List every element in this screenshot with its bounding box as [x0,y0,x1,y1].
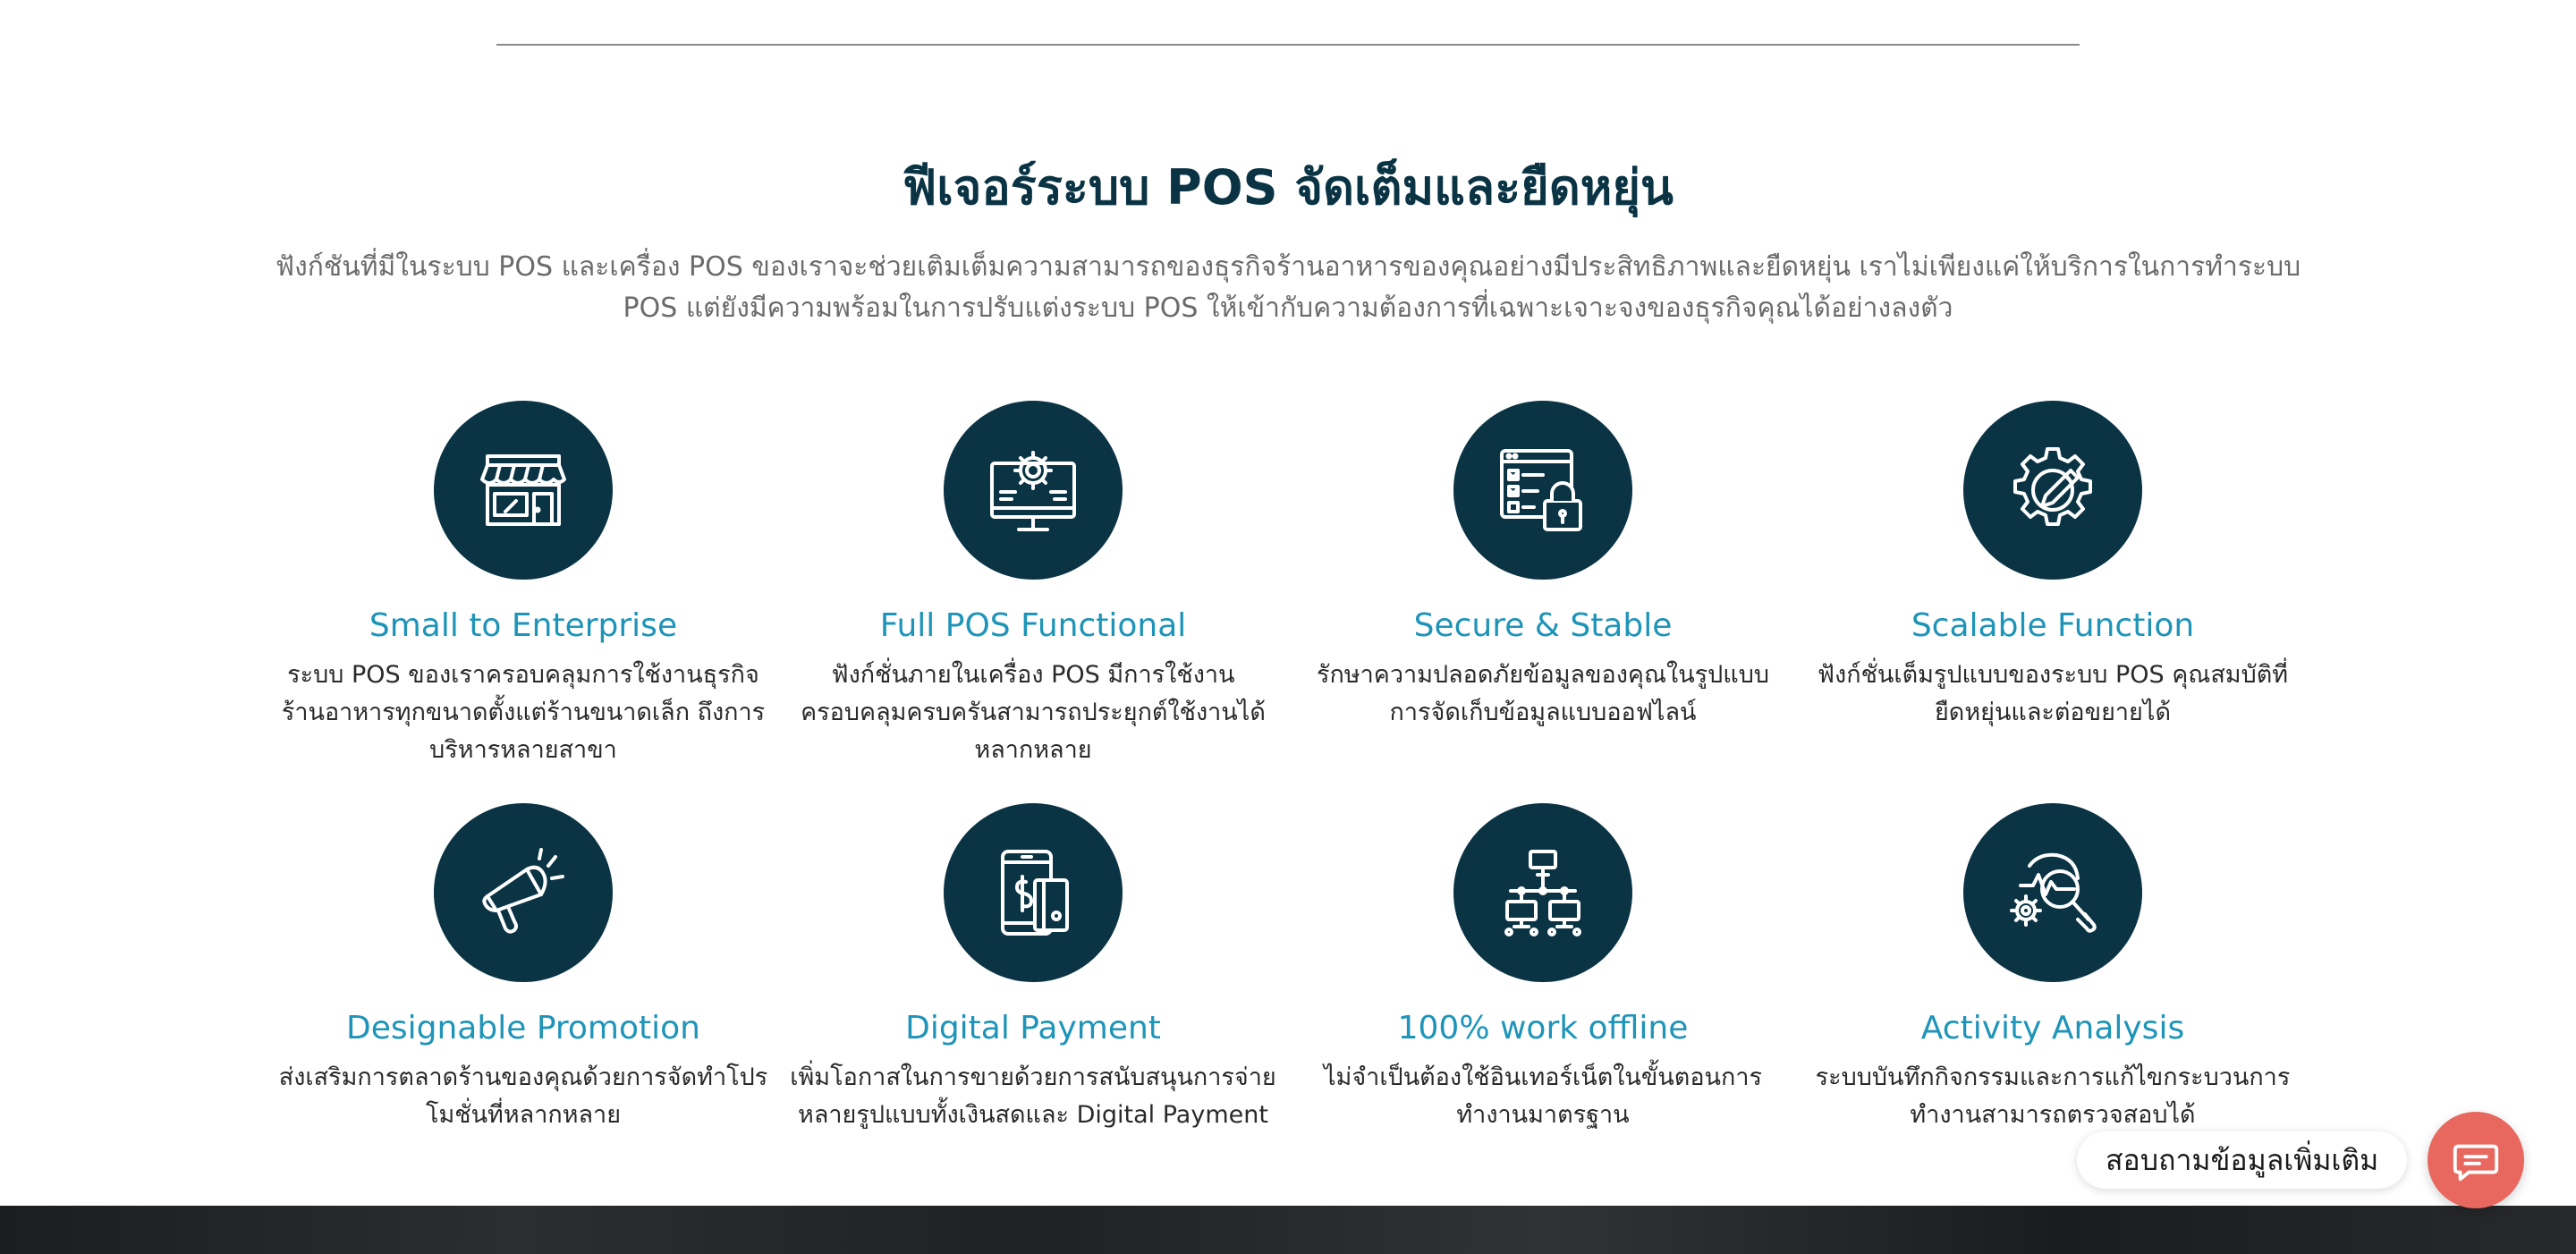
feature-title: Full POS Functional [879,607,1187,644]
footer-image-band [0,1206,2576,1254]
section-description: ฟังก์ชันที่มีในระบบ POS และเครื่อง POS ข… [275,251,2301,324]
megaphone-icon [482,848,564,934]
feature-description: ไม่จำเป็นต้องใช้อินเทอร์เน็ตในขั้นตอนการ… [1323,1063,1763,1129]
feature-description: ระบบ POS ของเราครอบคลุมการใช้งานธุรกิจร้… [281,661,766,764]
top-divider [496,44,2080,46]
feature-description: รักษาความปลอดภัยข้อมูลของคุณในรูปแบบการจ… [1317,661,1769,726]
feature-title: Secure & Stable [1413,607,1673,644]
feature-icon-circle [434,803,613,982]
feature-title: Activity Analysis [1920,1010,2185,1046]
feature-icon-circle [944,401,1123,580]
chat-widget-label[interactable]: สอบถามข้อมูลเพิ่มเติม [2077,1131,2408,1189]
monitor-gear-icon [990,451,1076,531]
network-offline-icon [1504,850,1581,936]
feature-title: Designable Promotion [346,1010,700,1046]
feature-icon-circle [944,803,1123,982]
feature-card-offline: 100% work offline ไม่จำเป็นต้องใช้อินเทอ… [1288,803,1798,1134]
feature-icon-circle [1963,803,2142,982]
feature-title: 100% work offline [1397,1010,1689,1046]
storefront-icon [480,454,566,526]
feature-description: ฟังก์ชั่นภายในเครื่อง POS มีการใช้งานครอ… [801,661,1266,764]
feature-title: Digital Payment [905,1010,1161,1046]
activity-analysis-icon [2010,852,2097,933]
chat-bubble-icon [2453,1144,2499,1182]
feature-card-activity-analysis: Activity Analysis ระบบบันทึกกิจกรรมและกา… [1798,803,2308,1134]
feature-card-small-to-enterprise: Small to Enterprise ระบบ POS ของเราครอบค… [268,401,778,769]
feature-card-digital-payment: Digital Payment เพิ่มโอกาสในการขายด้วยกา… [778,803,1288,1134]
gear-pencil-icon [2013,447,2092,526]
feature-card-scalable: Scalable Function ฟังก์ชั่นเต็มรูปแบบของ… [1798,401,2308,732]
feature-description: ฟังก์ชั่นเต็มรูปแบบของระบบ POS คุณสมบัติ… [1817,661,2289,726]
section-title: ฟีเจอร์ระบบ POS จัดเต็มและยืดหยุ่น [902,159,1674,216]
feature-icon-circle [1453,401,1632,580]
secure-lock-icon [1500,449,1582,531]
chat-widget-button[interactable] [2428,1112,2524,1208]
feature-description: เพิ่มโอกาสในการขายด้วยการสนับสนุนการจ่าย… [790,1063,1276,1129]
feature-title: Small to Enterprise [369,607,678,644]
feature-description: ส่งเสริมการตลาดร้านของคุณด้วยการจัดทำโปร… [278,1063,768,1129]
feature-title: Scalable Function [1911,607,2195,644]
feature-description: ระบบบันทึกกิจกรรมและการแก้ไขกระบวนการทำง… [1815,1063,2291,1129]
feature-card-secure-stable: Secure & Stable รักษาความปลอดภัยข้อมูลขอ… [1288,401,1798,732]
features-grid: Small to Enterprise ระบบ POS ของเราครอบค… [268,401,2308,1152]
feature-card-full-pos: Full POS Functional ฟังก์ชั่นภายในเครื่อ… [778,401,1288,769]
feature-icon-circle [1963,401,2142,580]
feature-card-promotion: Designable Promotion ส่งเสริมการตลาดร้าน… [268,803,778,1134]
feature-icon-circle [434,401,613,580]
mobile-payment-icon [1001,850,1069,936]
feature-icon-circle [1453,803,1632,982]
